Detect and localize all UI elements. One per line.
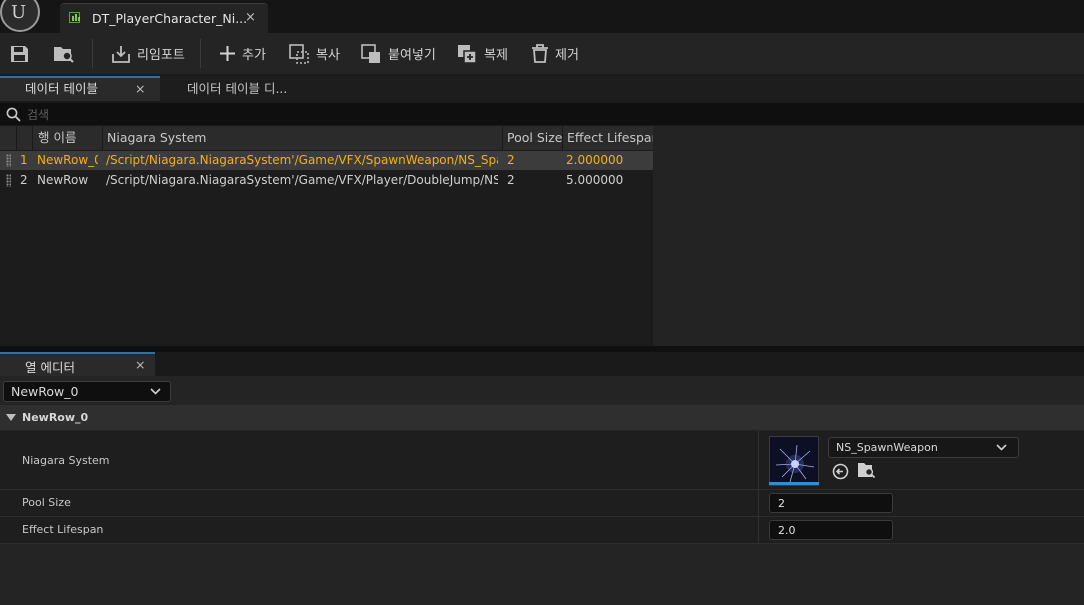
row-name: NewRow_0	[37, 153, 98, 167]
property-label: Pool Size	[22, 496, 71, 509]
expand-arrow-icon	[6, 414, 16, 421]
tab-data-table[interactable]: 데이터 테이블 ×	[0, 76, 160, 101]
niagara-preview-icon	[770, 437, 818, 485]
reimport-label: 리임포트	[137, 48, 185, 63]
pool-size-input[interactable]: 2	[769, 493, 893, 513]
paste-button[interactable]: 붙여넣기	[361, 33, 436, 74]
row-pool-size: 2	[507, 173, 515, 187]
property-row-pool-size: Pool Size 2	[0, 490, 1084, 517]
category-title: NewRow_0	[22, 411, 89, 424]
remove-button[interactable]: 제거	[531, 33, 579, 74]
copy-label: 복사	[316, 48, 340, 63]
paste-label: 붙여넣기	[388, 48, 436, 63]
tab-column-editor[interactable]: 열 에디터 ×	[0, 352, 155, 376]
effect-lifespan-input[interactable]: 2.0	[769, 520, 893, 540]
tab-data-table-diff[interactable]: 데이터 테이블 디...	[187, 76, 287, 101]
toolbar: 리임포트 추가 복사 붙여넣기 복제 제거	[0, 33, 1084, 74]
drag-handle-icon[interactable]	[6, 154, 11, 167]
copy-button[interactable]: 복사	[289, 33, 340, 74]
property-label: Effect Lifespan	[22, 523, 104, 536]
close-icon[interactable]: ×	[135, 78, 145, 100]
add-button[interactable]: 추가	[219, 33, 266, 74]
effect-lifespan-value: 2.0	[778, 524, 796, 537]
add-label: 추가	[242, 48, 266, 63]
search-icon	[6, 107, 21, 122]
row-selector-value: NewRow_0	[11, 384, 79, 399]
search-placeholder: 검색	[27, 108, 50, 122]
browse-icon	[54, 46, 74, 63]
duplicate-icon	[458, 44, 477, 64]
table-empty-area	[653, 126, 1084, 346]
row-selector-dropdown[interactable]: NewRow_0	[3, 381, 171, 402]
browse-asset-icon[interactable]	[857, 462, 876, 479]
tab-data-table-label: 데이터 테이블	[25, 81, 98, 96]
row-name: NewRow	[37, 173, 89, 187]
row-pool-size: 2	[507, 153, 515, 167]
row-niagara-system: /Script/Niagara.NiagaraSystem'/Game/VFX/…	[106, 173, 498, 187]
row-niagara-system: /Script/Niagara.NiagaraSystem'/Game/VFX/…	[106, 153, 498, 167]
panel-splitter[interactable]	[0, 346, 1084, 352]
reimport-icon	[112, 45, 130, 63]
close-icon[interactable]: ×	[245, 10, 256, 25]
close-icon[interactable]: ×	[135, 357, 145, 372]
paste-icon	[361, 43, 380, 63]
data-table-icon	[69, 12, 80, 23]
reimport-button[interactable]: 리임포트	[111, 33, 185, 74]
asset-thumbnail[interactable]	[769, 436, 819, 486]
asset-picker-dropdown[interactable]: NS_SpawnWeapon	[828, 437, 1019, 458]
copy-icon	[289, 43, 309, 64]
category-header[interactable]: NewRow_0	[0, 405, 1084, 430]
duplicate-button[interactable]: 복제	[457, 33, 508, 74]
chevron-down-icon	[150, 388, 161, 395]
row-effect-lifespan: 2.000000	[566, 153, 624, 167]
remove-label: 제거	[555, 48, 579, 63]
property-label: Niagara System	[22, 454, 110, 467]
panel-tab-bar: 데이터 테이블 × 데이터 테이블 디...	[0, 76, 1084, 101]
trash-icon	[532, 44, 548, 63]
row-index: 1	[20, 153, 28, 167]
pool-size-value: 2	[778, 497, 785, 510]
document-tab-title: DT_PlayerCharacter_Ni...	[92, 11, 248, 26]
column-header-pool-size[interactable]: Pool Size	[507, 126, 562, 150]
table-header: 행 이름 Niagara System Pool Size Effect Lif…	[0, 126, 653, 150]
search-input[interactable]: 검색	[0, 103, 1084, 125]
table-row[interactable]: 1 NewRow_0 /Script/Niagara.NiagaraSystem…	[0, 151, 653, 170]
browse-button[interactable]	[53, 33, 81, 74]
save-icon	[11, 45, 28, 62]
column-header-effect-lifespan[interactable]: Effect Lifespan	[567, 126, 653, 150]
table-row[interactable]: 2 NewRow /Script/Niagara.NiagaraSystem'/…	[0, 171, 653, 190]
row-index: 2	[20, 173, 28, 187]
property-row-effect-lifespan: Effect Lifespan 2.0	[0, 517, 1084, 544]
save-button[interactable]	[10, 33, 35, 74]
asset-picker-value: NS_SpawnWeapon	[836, 441, 938, 454]
tab-column-editor-label: 열 에디터	[25, 360, 75, 375]
document-tab[interactable]: DT_PlayerCharacter_Ni... ×	[60, 3, 268, 34]
duplicate-label: 복제	[484, 48, 508, 63]
column-header-niagara-system[interactable]: Niagara System	[107, 126, 499, 150]
use-selected-asset-icon[interactable]	[832, 463, 849, 480]
row-effect-lifespan: 5.000000	[566, 173, 624, 187]
plus-icon	[220, 46, 235, 61]
column-header-row-name[interactable]: 행 이름	[38, 126, 100, 150]
thumbnail-asset-color-bar	[769, 482, 819, 485]
drag-handle-icon[interactable]	[6, 174, 11, 187]
chevron-down-icon	[996, 444, 1007, 451]
